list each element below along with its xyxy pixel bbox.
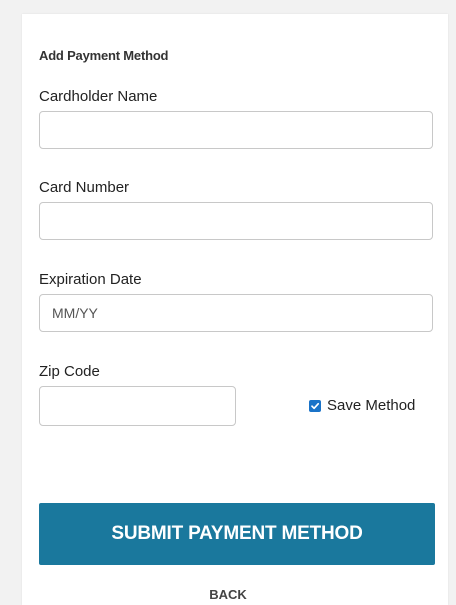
card-number-label: Card Number <box>39 179 130 196</box>
card-number-input[interactable] <box>39 202 433 240</box>
zip-code-label: Zip Code <box>39 363 100 380</box>
submit-payment-method-button[interactable]: SUBMIT PAYMENT METHOD <box>39 503 435 565</box>
expiration-date-input[interactable] <box>39 294 433 332</box>
zip-code-input[interactable] <box>39 386 236 426</box>
checkmark-icon <box>311 402 320 409</box>
save-method-checkbox[interactable]: Save Method <box>309 397 415 414</box>
form-title: Add Payment Method <box>39 48 169 63</box>
save-method-label: Save Method <box>327 397 416 414</box>
cardholder-name-label: Cardholder Name <box>39 88 158 105</box>
cardholder-name-input[interactable] <box>39 111 433 149</box>
back-link[interactable]: BACK <box>0 587 456 602</box>
expiration-date-label: Expiration Date <box>39 271 142 288</box>
checkbox-checked-icon[interactable] <box>309 399 321 412</box>
